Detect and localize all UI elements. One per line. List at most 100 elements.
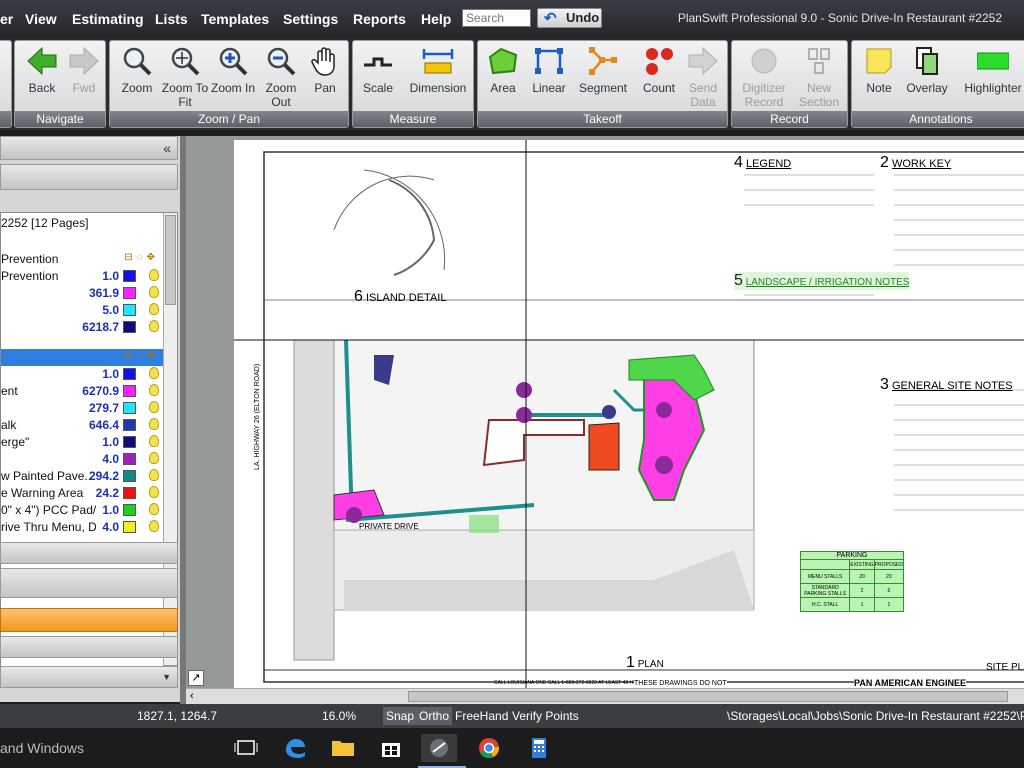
takeoff-item-row[interactable]: e Warning Area 24.2	[1, 485, 163, 502]
takeoff-item-row[interactable]: 4.0	[1, 451, 163, 468]
menu-estimating[interactable]: Estimating	[72, 11, 144, 27]
menu-lists[interactable]: Lists	[155, 11, 188, 27]
column-header-icons[interactable]: ⊟◌✥	[124, 252, 159, 263]
calculator-icon[interactable]	[521, 734, 557, 762]
takeoff-item-row[interactable]: 279.7	[1, 400, 163, 417]
takeoff-item-row[interactable]: 6218.7	[1, 319, 163, 336]
edge-icon[interactable]	[277, 734, 313, 762]
visibility-bulb-icon[interactable]	[149, 286, 159, 298]
task-view-icon[interactable]	[228, 734, 264, 762]
store-icon[interactable]	[373, 734, 409, 762]
color-swatch[interactable]	[123, 487, 136, 499]
area-button[interactable]: Area	[478, 45, 528, 95]
takeoff-item-row[interactable]: erge" 1.0	[1, 434, 163, 451]
menu-view[interactable]: View	[25, 11, 57, 27]
expand-view-icon[interactable]: ↗	[188, 670, 204, 686]
menu-file[interactable]: er	[0, 11, 13, 27]
takeoff-item-row[interactable]: w Painted Pave... 294.2	[1, 468, 163, 485]
color-swatch[interactable]	[123, 385, 136, 397]
freehand-toggle[interactable]: FreeHand	[455, 709, 508, 723]
send-data-button[interactable]: Send Data	[678, 45, 728, 109]
visibility-bulb-icon[interactable]	[149, 418, 159, 430]
color-swatch[interactable]	[123, 368, 136, 380]
menu-reports[interactable]: Reports	[353, 11, 406, 27]
snap-toggle[interactable]: Snap	[383, 707, 418, 725]
takeoff-item-row[interactable]: Prevention 1.0	[1, 268, 163, 285]
visibility-bulb-icon[interactable]	[149, 503, 159, 515]
taskbar-search-text[interactable]: and Windows	[0, 740, 84, 756]
visibility-bulb-icon[interactable]	[149, 435, 159, 447]
color-swatch[interactable]	[123, 270, 136, 282]
visibility-bulb-icon[interactable]	[149, 469, 159, 481]
ortho-toggle[interactable]: Ortho	[416, 707, 453, 725]
color-swatch[interactable]	[123, 453, 136, 465]
zoom-to-fit-button[interactable]: Zoom To Fit	[160, 45, 210, 109]
linear-button[interactable]: Linear	[524, 45, 574, 95]
panel-active-section[interactable]	[0, 608, 178, 632]
visibility-bulb-icon[interactable]	[149, 520, 159, 532]
highlighter-button[interactable]: Highlighter	[958, 45, 1024, 95]
menu-help[interactable]: Help	[421, 11, 451, 27]
panel-section-bar-3[interactable]	[0, 636, 178, 658]
zoom-button[interactable]: Zoom	[112, 45, 162, 95]
scroll-thumb[interactable]	[165, 215, 176, 305]
takeoff-item-row[interactable]: 1.0	[1, 366, 163, 383]
visibility-bulb-icon[interactable]	[149, 384, 159, 396]
note-button[interactable]: Note	[854, 45, 904, 95]
takeoff-item-row[interactable]: 5.0	[1, 302, 163, 319]
takeoff-item-row[interactable]: 361.9	[1, 285, 163, 302]
collapse-panel-icon[interactable]: «	[163, 140, 171, 156]
color-swatch[interactable]	[123, 321, 136, 333]
visibility-bulb-icon[interactable]	[149, 320, 159, 332]
job-title[interactable]: 2252 [12 Pages]	[1, 216, 88, 230]
undo-button[interactable]: ↶ Undo	[537, 8, 602, 28]
color-swatch[interactable]	[123, 419, 136, 431]
forward-button[interactable]: Fwd	[59, 45, 109, 95]
visibility-bulb-icon[interactable]	[149, 486, 159, 498]
pan-button[interactable]: Pan	[300, 45, 350, 95]
horizontal-scrollbar[interactable]: ‹	[186, 688, 1024, 704]
plan-sheet[interactable]: 4 LEGEND 2 WORK KEY 5 LANDSCAPE / IRRIGA…	[234, 140, 1024, 688]
search-input[interactable]	[462, 9, 531, 27]
panel-section-bar-2[interactable]	[0, 568, 178, 598]
visibility-bulb-icon[interactable]	[149, 269, 159, 281]
panel-section-bar-1[interactable]	[0, 542, 178, 564]
visibility-bulb-icon[interactable]	[149, 367, 159, 379]
planswift-taskbar-icon[interactable]	[421, 734, 457, 762]
segment-button[interactable]: Segment	[576, 45, 630, 95]
color-swatch[interactable]	[123, 402, 136, 414]
color-swatch[interactable]	[123, 287, 136, 299]
zoom-in-button[interactable]: Zoom In	[208, 45, 258, 95]
takeoff-group-header[interactable]: Prevention ⊟◌✥	[1, 251, 163, 268]
column-header-icons[interactable]: ⊟◌✥	[124, 350, 159, 361]
count-button[interactable]: Count	[634, 45, 684, 95]
verify-points-toggle[interactable]: Verify Points	[512, 709, 579, 723]
digitizer-record-button[interactable]: Digitizer Record	[736, 45, 792, 109]
takeoff-item-row[interactable]: rive Thru Menu, Dri... 4.0	[1, 519, 163, 536]
hscroll-thumb[interactable]	[408, 691, 1008, 702]
color-swatch[interactable]	[123, 504, 136, 516]
dimension-button[interactable]: Dimension	[405, 45, 471, 95]
visibility-bulb-icon[interactable]	[149, 303, 159, 315]
visibility-bulb-icon[interactable]	[149, 452, 159, 464]
color-swatch[interactable]	[123, 521, 136, 533]
color-swatch[interactable]	[123, 436, 136, 448]
file-explorer-icon[interactable]	[325, 734, 361, 762]
takeoff-item-row[interactable]: alk 646.4	[1, 417, 163, 434]
visibility-bulb-icon[interactable]	[149, 401, 159, 413]
color-swatch[interactable]	[123, 304, 136, 316]
takeoff-group-header[interactable]: ⊟◌✥	[1, 349, 163, 366]
color-swatch[interactable]	[123, 470, 136, 482]
takeoff-item-row[interactable]: 0" x 4") PCC Pad/... 1.0	[1, 502, 163, 519]
scroll-left-icon[interactable]: ‹	[190, 690, 194, 702]
zoom-out-button[interactable]: Zoom Out	[256, 45, 306, 109]
drawing-canvas[interactable]: 4 LEGEND 2 WORK KEY 5 LANDSCAPE / IRRIGA…	[186, 136, 1024, 688]
scale-button[interactable]: Scale	[353, 45, 403, 95]
menu-settings[interactable]: Settings	[283, 11, 338, 27]
panel-dropdown[interactable]: ▼	[0, 666, 178, 688]
overlay-button[interactable]: Overlay	[902, 45, 952, 95]
chrome-icon[interactable]	[471, 734, 507, 762]
menu-templates[interactable]: Templates	[201, 11, 269, 27]
takeoff-item-row[interactable]: ent 6270.9	[1, 383, 163, 400]
new-section-button[interactable]: New Section	[794, 45, 844, 109]
